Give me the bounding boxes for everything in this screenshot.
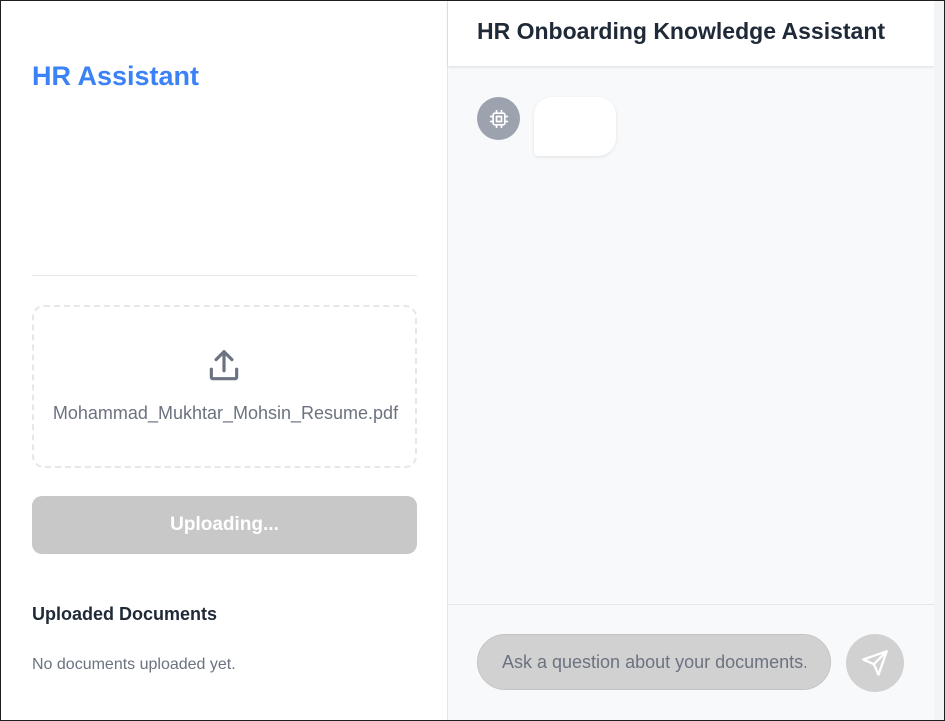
chat-header: HR Onboarding Knowledge Assistant	[448, 1, 934, 66]
upload-icon	[205, 347, 243, 385]
send-icon	[861, 649, 889, 677]
documents-empty-state: No documents uploaded yet.	[32, 656, 236, 673]
page-title: HR Onboarding Knowledge Assistant	[477, 18, 886, 44]
chat-input[interactable]	[477, 634, 831, 690]
assistant-avatar	[477, 97, 520, 140]
app-window: HR Assistant Mohammad_Mukhtar_Mohsin_Res…	[0, 0, 945, 721]
assistant-message-bubble	[534, 97, 616, 156]
upload-button[interactable]: Uploading...	[32, 496, 417, 554]
uploaded-documents-heading: Uploaded Documents	[32, 604, 218, 624]
send-button[interactable]	[846, 634, 904, 692]
sidebar-divider	[32, 275, 417, 276]
chat-panel: HR Onboarding Knowledge Assistant	[448, 1, 934, 720]
file-dropzone[interactable]: Mohammad_Mukhtar_Mohsin_Resume.pdf	[32, 305, 417, 468]
sidebar: HR Assistant Mohammad_Mukhtar_Mohsin_Res…	[1, 1, 448, 720]
chat-input-bar	[448, 604, 934, 720]
cpu-icon	[489, 109, 509, 129]
scrollbar-track[interactable]	[934, 1, 944, 720]
app-brand-title: HR Assistant	[32, 61, 200, 91]
selected-file-name: Mohammad_Mukhtar_Mohsin_Resume.pdf	[52, 403, 399, 423]
